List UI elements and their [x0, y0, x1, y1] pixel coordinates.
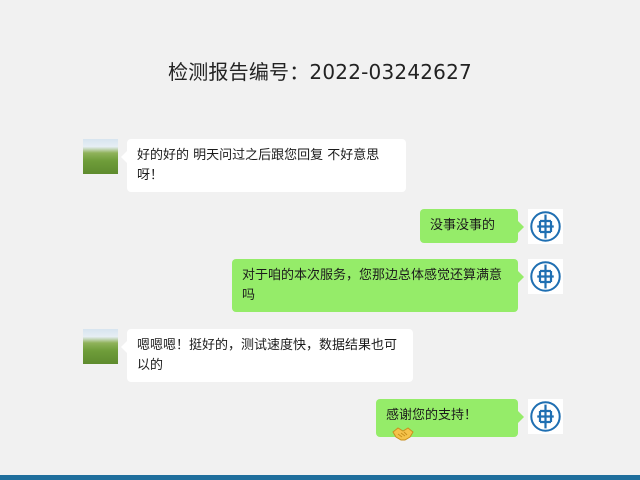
message-text: 对于咱的本次服务，您那边总体感觉还算满意吗: [242, 268, 503, 303]
message-bubble-outgoing[interactable]: 对于咱的本次服务，您那边总体感觉还算满意吗: [232, 259, 524, 312]
customer-avatar[interactable]: [83, 329, 118, 364]
message-bubble-incoming[interactable]: 嗯嗯嗯！挺好的，测试速度快，数据结果也可以的: [121, 329, 413, 382]
company-logo-icon: [530, 401, 561, 432]
agent-avatar[interactable]: [528, 259, 563, 294]
message-text: 嗯嗯嗯！挺好的，测试速度快，数据结果也可以的: [137, 338, 398, 373]
company-logo-icon: [530, 211, 561, 242]
page-title: 检测报告编号：2022-03242627: [168, 60, 472, 84]
agent-avatar[interactable]: [528, 209, 563, 244]
footer-bar: [0, 475, 640, 480]
message-text: 没事没事的: [430, 218, 496, 233]
agent-avatar[interactable]: [528, 399, 563, 434]
message-bubble-outgoing[interactable]: 没事没事的: [420, 209, 524, 243]
customer-avatar[interactable]: [83, 139, 118, 174]
message-text: 感谢您的支持！: [386, 408, 478, 423]
company-logo-icon: [530, 261, 561, 292]
message-text: 好的好的 明天问过之后跟您回复 不好意思呀！: [137, 148, 380, 183]
message-bubble-outgoing[interactable]: 感谢您的支持！: [376, 399, 524, 441]
message-bubble-incoming[interactable]: 好的好的 明天问过之后跟您回复 不好意思呀！: [121, 139, 406, 192]
handshake-icon: [392, 426, 414, 449]
